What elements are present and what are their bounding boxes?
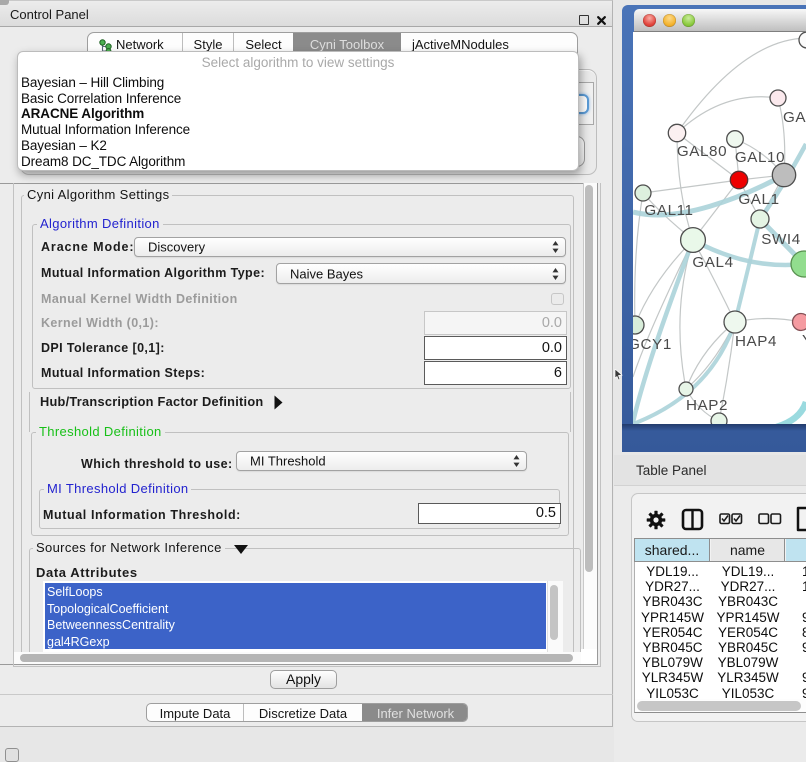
svg-text:GCY1: GCY1 <box>633 336 672 353</box>
svg-text:HAP4: HAP4 <box>735 333 777 350</box>
svg-text:GAL1: GAL1 <box>738 191 779 208</box>
svg-text:GAL80: GAL80 <box>677 143 727 160</box>
svg-text:HAP2: HAP2 <box>686 397 728 414</box>
svg-text:GAL11: GAL11 <box>644 202 693 219</box>
svg-text:Y: Y <box>802 332 806 349</box>
svg-text:SWI4: SWI4 <box>761 231 801 248</box>
svg-text:GAL4: GAL4 <box>692 254 733 271</box>
svg-text:GAL: GAL <box>783 109 806 126</box>
svg-text:GAL10: GAL10 <box>735 149 785 166</box>
